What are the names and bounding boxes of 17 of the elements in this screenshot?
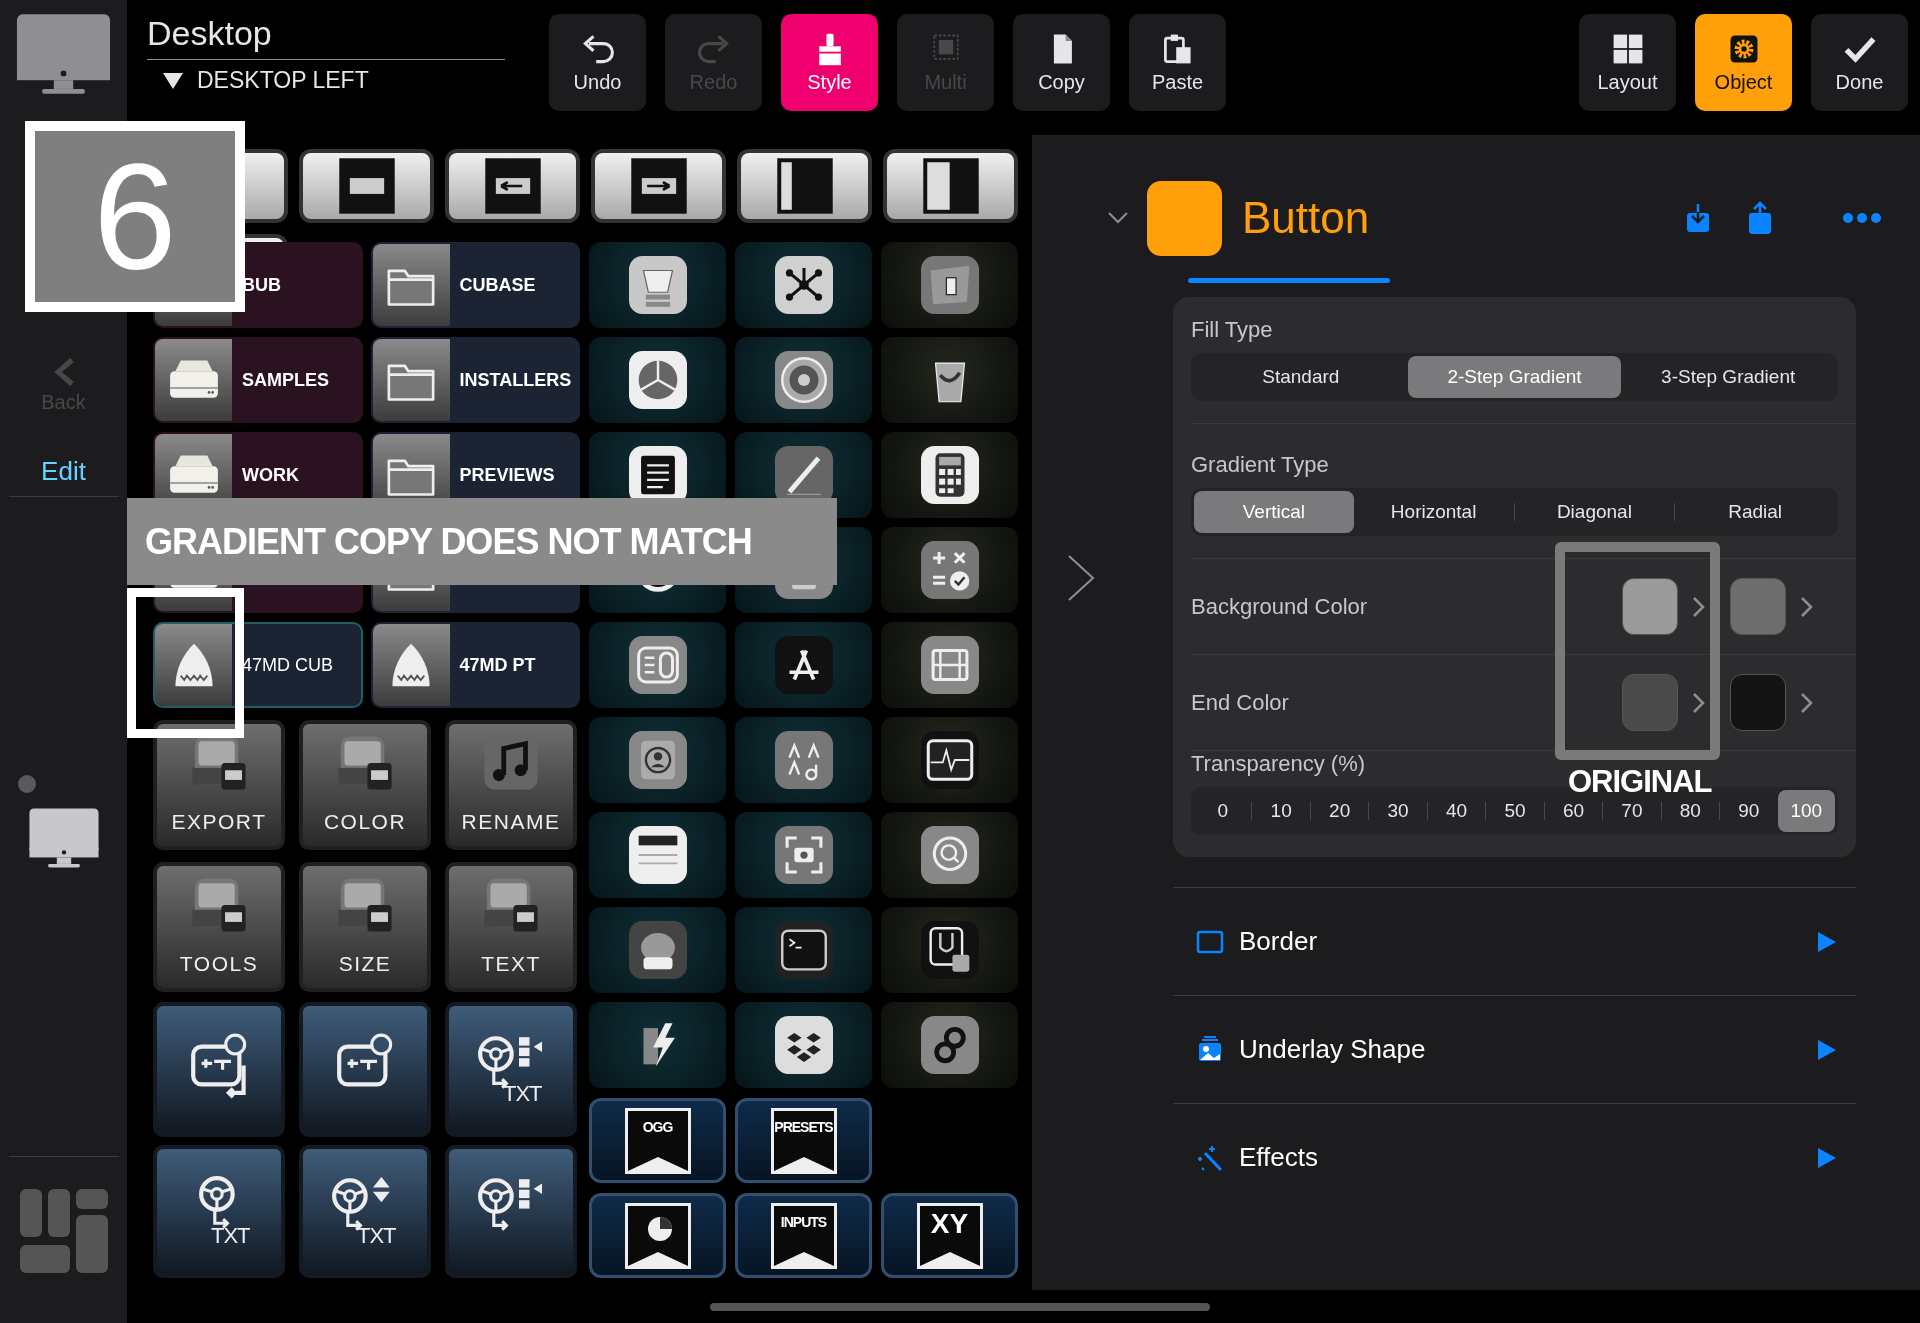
field-label: Gradient Type (1191, 451, 1330, 478)
field-label: Transparency (%) (1191, 751, 1366, 777)
txt-label: TXT (503, 1081, 542, 1107)
annotation-label: ORIGINAL (1568, 766, 1712, 797)
field-label: Fill Type (1191, 316, 1274, 343)
framed-label-icon: INPUTS (770, 1202, 837, 1269)
framed-label-icon: XY (916, 1202, 983, 1269)
object-title: Button (1242, 193, 1371, 243)
annotation-banner-tooltip: GRADIENT COPY DOES NOT MATCH (127, 498, 837, 585)
page-title: Desktop (147, 14, 505, 60)
txt-label: TXT (211, 1223, 250, 1249)
txt-label: TXT (357, 1223, 396, 1249)
step-number-tooltip: 6 (25, 121, 245, 312)
framed-label-icon: PRESETS (770, 1107, 837, 1174)
field-label: End Color (1191, 689, 1290, 716)
field-label: Background Color (1191, 593, 1369, 620)
framed-label-icon: OGG (624, 1107, 691, 1174)
